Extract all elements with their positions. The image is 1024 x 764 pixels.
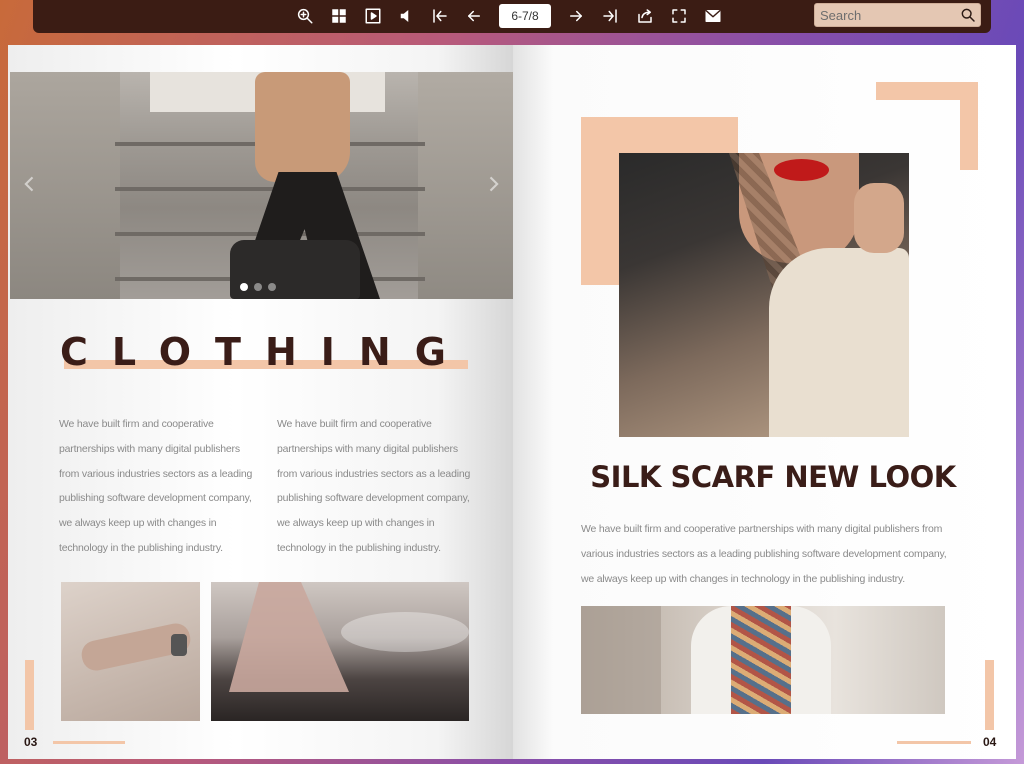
text-line: We have built firm and cooperative partn… bbox=[581, 523, 943, 535]
share-icon[interactable] bbox=[634, 5, 656, 27]
right-body-text: We have built firm and cooperative partn… bbox=[581, 517, 956, 592]
left-page[interactable]: CLOTHING We have built firm and cooperat… bbox=[8, 45, 513, 759]
hands-watch-photo bbox=[61, 582, 200, 721]
previous-page-icon[interactable] bbox=[463, 5, 485, 27]
slider-prev-icon[interactable] bbox=[18, 172, 42, 196]
fullscreen-icon[interactable] bbox=[668, 5, 690, 27]
text-line: technology in the publishing industry. bbox=[277, 541, 441, 554]
page-number-left: 03 bbox=[24, 735, 38, 749]
last-page-icon[interactable] bbox=[599, 5, 621, 27]
first-page-icon[interactable] bbox=[429, 5, 451, 27]
slider-dot[interactable] bbox=[254, 283, 262, 291]
silk-scarf-model-photo bbox=[619, 153, 909, 437]
text-line: various industries sectors as a leading … bbox=[581, 548, 947, 560]
text-line: from various industries sectors as a lea… bbox=[277, 467, 471, 480]
text-line: we always keep up with changes in techno… bbox=[581, 573, 905, 585]
search-box bbox=[814, 3, 981, 27]
silk-scarf-title: SILK SCARF NEW LOOK bbox=[590, 460, 956, 494]
autoplay-icon[interactable] bbox=[362, 5, 384, 27]
accent-bar bbox=[25, 660, 34, 730]
stairs-hero-image bbox=[10, 72, 513, 299]
slider-dot[interactable] bbox=[240, 283, 248, 291]
left-body-column-2: We have built firm and cooperative partn… bbox=[277, 412, 477, 561]
zoom-in-icon[interactable] bbox=[294, 5, 316, 27]
search-input[interactable] bbox=[820, 6, 955, 24]
slider-dot[interactable] bbox=[268, 283, 276, 291]
page-indicator[interactable]: 6-7/8 bbox=[499, 4, 551, 28]
flipbook-toolbar: 6-7/8 bbox=[33, 0, 991, 33]
text-line: We have built firm and cooperative bbox=[59, 418, 214, 430]
beach-dress-photo bbox=[211, 582, 469, 721]
slider-dots bbox=[240, 283, 276, 291]
email-icon[interactable] bbox=[702, 5, 724, 27]
text-line: partnerships with many digital publisher… bbox=[277, 442, 458, 455]
clothing-title: CLOTHING bbox=[60, 330, 470, 374]
page-number-right: 04 bbox=[983, 735, 997, 749]
corner-decoration bbox=[960, 82, 978, 170]
thumbnails-icon[interactable] bbox=[328, 5, 350, 27]
text-line: publishing software development company, bbox=[59, 492, 252, 505]
text-line: from various industries sectors as a lea… bbox=[59, 467, 253, 480]
text-line: publishing software development company, bbox=[277, 492, 470, 505]
text-line: We have built firm and cooperative bbox=[277, 418, 432, 430]
left-body-column-1: We have built firm and cooperative partn… bbox=[59, 412, 259, 561]
right-page[interactable]: SILK SCARF NEW LOOK We have built firm a… bbox=[513, 45, 1016, 759]
slider-next-icon[interactable] bbox=[481, 172, 505, 196]
footer-line bbox=[53, 741, 125, 744]
text-line: technology in the publishing industry. bbox=[59, 541, 223, 554]
accent-bar bbox=[985, 660, 994, 730]
text-line: we always keep up with changes in bbox=[59, 517, 217, 530]
next-page-icon[interactable] bbox=[565, 5, 587, 27]
scarf-back-view-photo bbox=[581, 606, 945, 714]
text-line: partnerships with many digital publisher… bbox=[59, 442, 240, 455]
search-icon[interactable] bbox=[960, 7, 976, 23]
footer-line bbox=[897, 741, 971, 744]
sound-icon[interactable] bbox=[395, 5, 417, 27]
text-line: we always keep up with changes in bbox=[277, 517, 435, 530]
